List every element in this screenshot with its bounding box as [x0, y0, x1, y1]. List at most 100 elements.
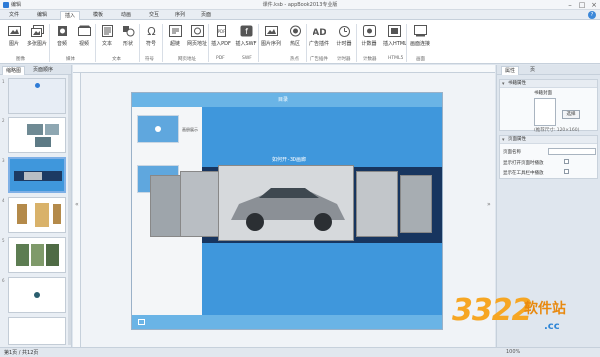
- tab-page-order[interactable]: 页面顺序: [30, 66, 56, 75]
- tab-file[interactable]: 文件: [4, 11, 24, 20]
- tab-properties[interactable]: 属性: [501, 66, 520, 75]
- page-properties-section: 页面属性 页面名称 显示打开页面时播放 显示在工具栏中播放: [499, 135, 598, 179]
- hotspot-icon: [289, 25, 301, 37]
- cover-size-hint: (推荐尺寸: 120×160): [534, 128, 580, 133]
- select-cover-button[interactable]: 选择: [562, 110, 580, 119]
- collapse-left-icon[interactable]: «: [75, 201, 79, 208]
- page-thumbnail-3-selected[interactable]: [8, 157, 66, 193]
- connect-icon: [413, 25, 427, 37]
- insert-shape-button[interactable]: 形状: [117, 25, 139, 47]
- car-icon: [231, 188, 345, 231]
- insert-html-button[interactable]: 插入HTML: [383, 25, 407, 47]
- timer-button[interactable]: 计时器: [333, 25, 355, 47]
- book-properties-header[interactable]: 书籍属性: [500, 80, 597, 88]
- slide-title: 如何开-3D画廊: [272, 157, 307, 163]
- insert-image-button[interactable]: 图片: [3, 25, 25, 47]
- insert-symbol-button[interactable]: Ω 符号: [140, 25, 162, 47]
- thumb-image: [17, 204, 27, 224]
- thumbnail-scrollbar[interactable]: [68, 75, 71, 345]
- insert-web-button[interactable]: 网页地址: [186, 25, 208, 47]
- page-name-input[interactable]: [548, 148, 596, 155]
- link-icon: [168, 25, 182, 37]
- page-thumbnail-7[interactable]: [8, 317, 66, 345]
- page-number: 2: [2, 118, 5, 123]
- insert-link-button[interactable]: 超链: [164, 25, 186, 47]
- screen-connect-button[interactable]: 画面连接: [409, 25, 431, 47]
- cover-image-box[interactable]: [534, 98, 556, 126]
- page-number: 4: [2, 198, 5, 203]
- insert-video-button[interactable]: 视频: [73, 25, 95, 47]
- page-properties-header[interactable]: 页面属性: [500, 136, 597, 144]
- tab-interaction[interactable]: 交互: [144, 11, 164, 20]
- ad-plugin-button[interactable]: AD 广告插件: [308, 25, 330, 47]
- help-icon[interactable]: ?: [588, 11, 596, 19]
- page-thumbnail-2[interactable]: [8, 117, 66, 153]
- insert-shape-label: 形状: [122, 41, 133, 47]
- title-bar: 编辑 课件.ksb - appBook2013专业版 – □ ×: [0, 0, 600, 10]
- page-thumbnail-6[interactable]: [8, 277, 66, 313]
- timer-icon: [338, 26, 350, 37]
- close-button[interactable]: ×: [588, 0, 600, 10]
- watermark-number: 3322: [452, 293, 532, 328]
- slide-menu-thumb[interactable]: [137, 115, 179, 143]
- text-icon: [101, 25, 113, 37]
- cover-label: 书籍封面: [534, 91, 552, 96]
- page-dot-icon: [35, 83, 40, 88]
- gallery-image-main[interactable]: [218, 165, 354, 241]
- tab-template[interactable]: 模板: [88, 11, 108, 20]
- maximize-button[interactable]: □: [576, 0, 588, 10]
- thumb-image: [31, 244, 44, 266]
- page-number: 1: [2, 79, 5, 84]
- fullscreen-icon[interactable]: [138, 319, 145, 325]
- hotspot-button[interactable]: 热区: [284, 25, 306, 47]
- collapse-right-icon[interactable]: »: [487, 201, 491, 208]
- group-label-timer: 计时器: [337, 57, 351, 62]
- tab-page[interactable]: 页面: [196, 11, 216, 20]
- insert-link-label: 超链: [169, 41, 180, 47]
- vertical-ruler: [73, 73, 81, 347]
- page-number: 5: [2, 238, 5, 243]
- gallery-image[interactable]: [400, 175, 432, 233]
- group-divider: [49, 24, 50, 62]
- minimize-button[interactable]: –: [564, 0, 576, 10]
- counter-button[interactable]: 计数器: [358, 25, 380, 47]
- gallery-image[interactable]: [356, 171, 398, 237]
- zoom-level[interactable]: 100%: [506, 349, 520, 355]
- tab-edit[interactable]: 编辑: [32, 11, 52, 20]
- option1-checkbox[interactable]: [564, 159, 569, 164]
- insert-text-button[interactable]: 文本: [96, 25, 118, 47]
- group-label-hotspot: 热点: [290, 57, 299, 62]
- screen-connect-label: 画面连接: [409, 41, 430, 47]
- insert-swf-button[interactable]: f 插入SWF: [235, 25, 257, 47]
- insert-audio-button[interactable]: 音频: [51, 25, 73, 47]
- tab-sequence[interactable]: 序列: [170, 11, 190, 20]
- omega-icon: Ω: [147, 25, 155, 37]
- tab-animation[interactable]: 动画: [116, 11, 136, 20]
- page-number: 3: [2, 158, 5, 163]
- svg-text:f: f: [245, 27, 248, 36]
- option2-checkbox[interactable]: [564, 169, 569, 174]
- web-icon: [190, 25, 204, 37]
- page-thumbnail-1[interactable]: [8, 78, 66, 114]
- group-divider: [208, 24, 209, 62]
- pdf-icon: PDF: [216, 25, 226, 37]
- svg-text:AD: AD: [313, 28, 326, 37]
- image-sequence-button[interactable]: 图片序列: [260, 25, 282, 47]
- page-thumbnail-5[interactable]: [8, 237, 66, 273]
- audio-icon: [57, 26, 67, 36]
- slide-footer-bar: [132, 315, 442, 329]
- tab-page[interactable]: 页: [527, 66, 538, 75]
- insert-multi-image-button[interactable]: 多张图片: [26, 25, 48, 47]
- tab-insert[interactable]: 插入: [60, 11, 80, 20]
- ad-icon: AD: [313, 28, 326, 37]
- insert-pdf-button[interactable]: PDF 插入PDF: [210, 25, 232, 47]
- tab-thumbnails[interactable]: 缩略图: [2, 66, 26, 75]
- page-thumbnail-4[interactable]: [8, 197, 66, 233]
- group-label-text: 文本: [112, 57, 121, 62]
- slide-page[interactable]: 目录 画册展示 如何开-3D画廊: [131, 92, 443, 330]
- image-icon: [7, 26, 21, 36]
- swf-icon: f: [240, 25, 252, 37]
- ad-plugin-label: 广告插件: [308, 41, 329, 47]
- svg-text:Ω: Ω: [147, 25, 155, 37]
- status-bar: 第1页 / 共12页 100%: [0, 347, 600, 357]
